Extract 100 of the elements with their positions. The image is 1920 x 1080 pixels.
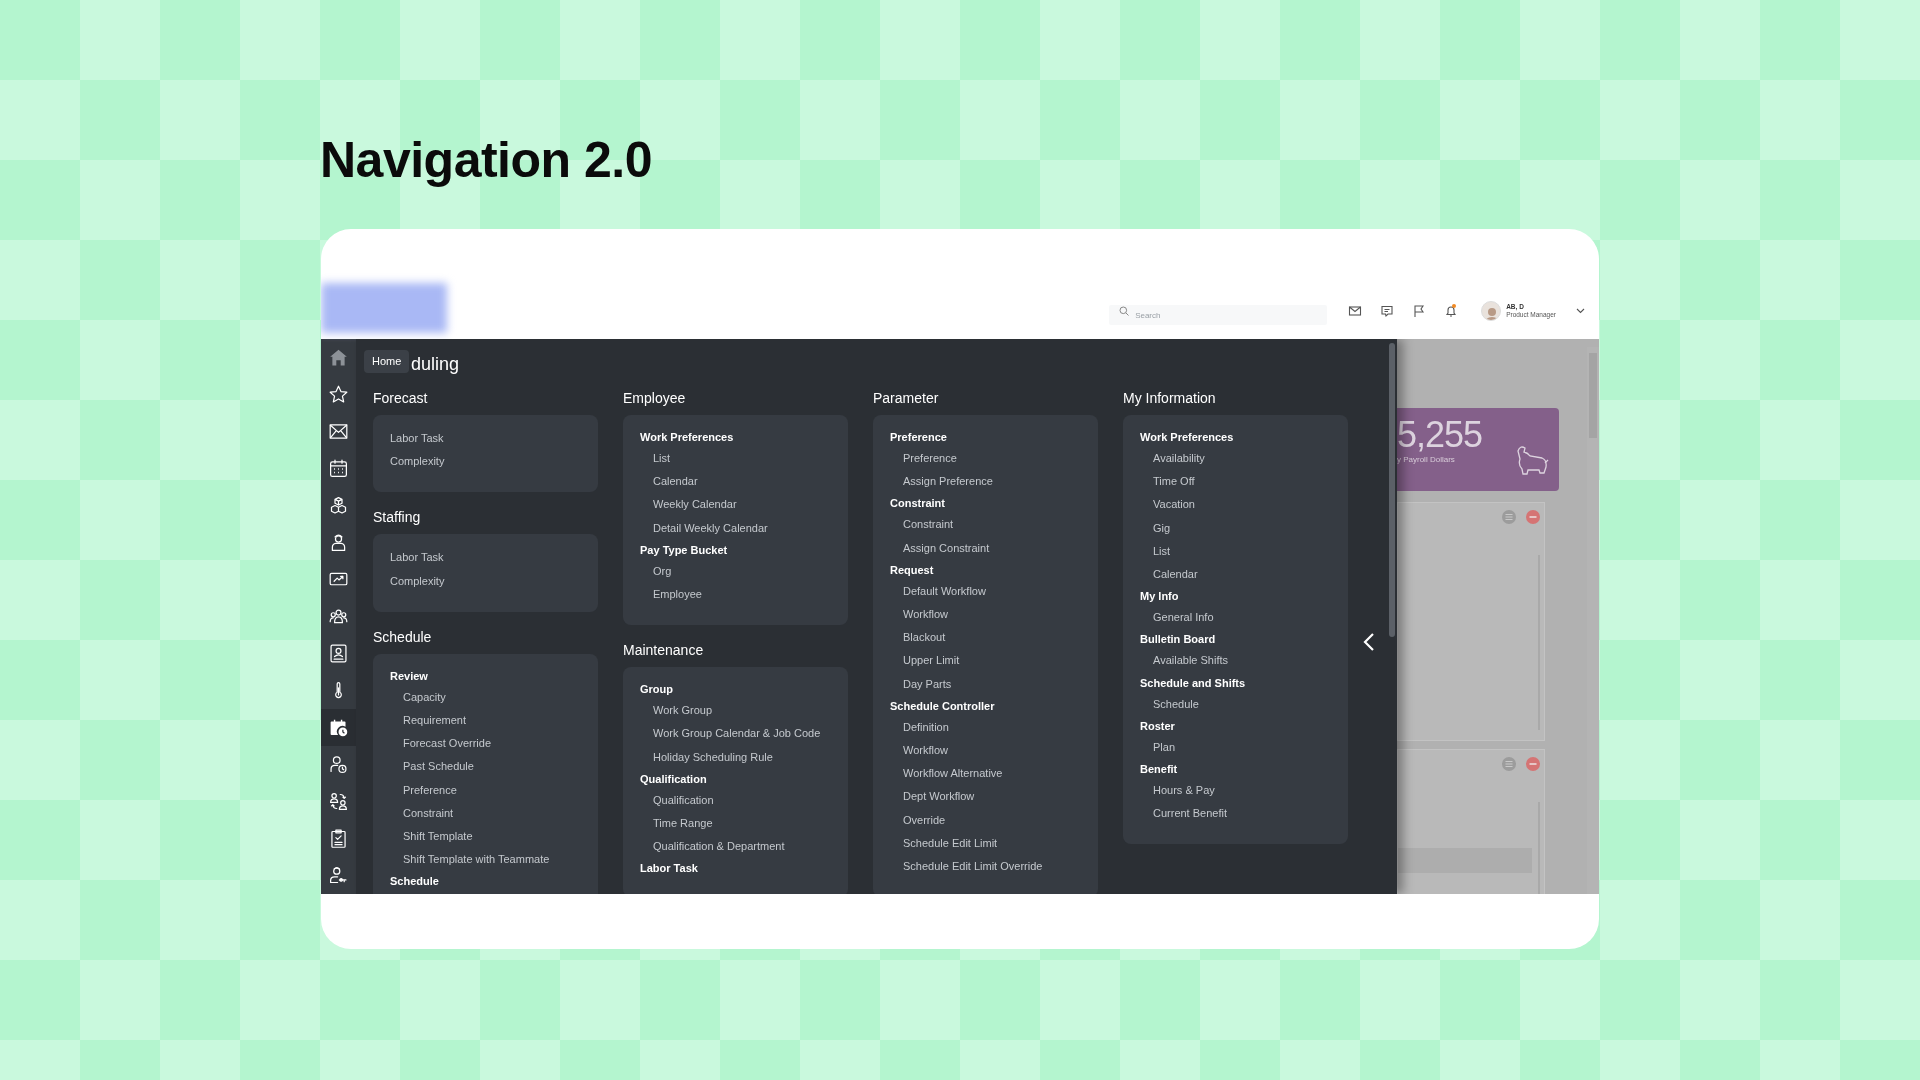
menu-link[interactable]: Requirement (373, 709, 466, 733)
menu-link[interactable]: Day Parts (873, 672, 952, 696)
menu-group-label: Constraint (889, 496, 945, 512)
menu-link[interactable]: List (623, 447, 671, 471)
menu-link[interactable]: Gig (1123, 516, 1171, 540)
home-icon (328, 347, 349, 368)
menu-group-label: Review (389, 668, 428, 684)
menu-link[interactable]: Workflow (873, 603, 949, 627)
menu-link[interactable]: Constraint (873, 513, 954, 537)
menu-link[interactable]: Vacation (1123, 493, 1195, 517)
menu-link[interactable]: Assign Constraint (873, 536, 990, 560)
calendar-clock-icon (328, 717, 349, 738)
menu-link[interactable]: Shift Template with Teammate (373, 848, 550, 872)
menu-link[interactable]: Plan (1123, 735, 1176, 760)
menu-link[interactable]: Employee (623, 583, 702, 607)
menu-link[interactable]: Qualification (623, 788, 714, 813)
sidebar-item[interactable] (321, 709, 356, 746)
menu-link[interactable]: Work Group (623, 699, 713, 723)
menu-group-label: Schedule (389, 874, 439, 890)
page-title: Navigation 2.0 (320, 131, 652, 190)
menu-group-label: Pay Type Bucket (639, 542, 728, 558)
menu-link[interactable]: Detail Weekly Calendar (623, 516, 768, 540)
menu-link[interactable]: Schedule Edit Limit (873, 831, 998, 856)
menu-group-label: Preference (889, 430, 947, 445)
menu-link[interactable]: Capacity (373, 685, 446, 709)
menu-link[interactable]: Calendar (1123, 563, 1198, 587)
menu-link[interactable]: Constraint (373, 801, 454, 826)
menu-group-label: Request (889, 562, 934, 578)
menu-link[interactable]: Org (623, 559, 672, 583)
id-card-icon (328, 643, 349, 664)
chat-icon[interactable] (1380, 303, 1395, 318)
menu-link[interactable]: General Info (1123, 606, 1214, 630)
menu-link[interactable]: Assign Preference (873, 470, 993, 494)
menu-group-label: My Info (1139, 589, 1179, 605)
menu-link[interactable]: Weekly Calendar (623, 493, 737, 517)
search-field[interactable]: Search (1109, 305, 1328, 325)
menu-link[interactable]: Blackout (873, 626, 946, 650)
section-title: Staffing (373, 508, 421, 528)
menu-group-label: Roster (1139, 718, 1175, 734)
menu-link[interactable]: Labor Task (373, 427, 444, 451)
menu-link[interactable]: Override (873, 808, 946, 832)
menu-link[interactable]: Past Schedule (373, 755, 474, 779)
section-title: Schedule (373, 627, 432, 647)
flag-icon[interactable] (1412, 303, 1427, 318)
menu-link[interactable]: Schedule Edit Limit Override (873, 855, 1043, 879)
menu-link[interactable]: Holiday Scheduling Rule (623, 745, 773, 769)
menu-group-label: Group (639, 682, 673, 698)
bell-icon[interactable] (1444, 303, 1459, 318)
menu-link[interactable]: Time Range (623, 812, 713, 836)
menu-link[interactable]: Work Group Calendar & Job Code (623, 722, 821, 746)
menu-group-label: Work Preferences (639, 430, 734, 445)
kpi-value: 5,255 (1397, 418, 1483, 452)
menu-group-label: Schedule and Shifts (1139, 675, 1246, 691)
menu-link[interactable]: Definition (873, 715, 949, 740)
menu-link[interactable]: Hours & Pay (1123, 779, 1215, 803)
menu-link[interactable]: Workflow Alternative (873, 762, 1003, 786)
section-title: Forecast (373, 389, 428, 408)
person-key-icon (328, 865, 349, 886)
chevron-left-icon (1361, 631, 1377, 652)
star-icon (328, 384, 349, 405)
section-title: Maintenance (623, 641, 704, 661)
menu-link[interactable]: Availability (1123, 447, 1205, 471)
caret-icon[interactable] (1576, 308, 1585, 315)
menu-group-label: Qualification (639, 771, 707, 787)
section-title: Parameter (873, 389, 939, 408)
menu-link[interactable]: Current Benefit (1123, 802, 1227, 826)
menu-group-label: Bulletin Board (1139, 632, 1216, 648)
mail-icon (328, 421, 349, 442)
menu-group-label: Work Preferences (1139, 430, 1234, 445)
menu-link[interactable]: Forecast Override (373, 732, 492, 756)
menu-link[interactable]: Upper Limit (873, 649, 960, 673)
mail-icon[interactable] (1348, 303, 1363, 318)
menu-link[interactable]: Schedule (1123, 692, 1199, 716)
menu-link[interactable]: Dept Workflow (873, 785, 975, 809)
cubes-icon (328, 495, 349, 516)
section-title: My Information (1123, 389, 1216, 408)
menu-link[interactable]: Available Shifts (1123, 649, 1228, 673)
menu-link[interactable]: Preference (873, 447, 957, 471)
menu-link[interactable]: Default Workflow (873, 579, 986, 603)
drawer-title: duling (411, 353, 460, 376)
person-clock-icon (328, 754, 349, 775)
tooltip: Home (364, 350, 410, 373)
menu-group-label: Benefit (1139, 762, 1178, 778)
kpi-label: y Payroll Dollars (1397, 454, 1456, 466)
menu-link[interactable]: Calendar (623, 470, 698, 494)
menu-link[interactable]: Labor Task (373, 546, 444, 570)
menu-link[interactable]: Shift Template (373, 825, 473, 849)
calendar-icon (328, 458, 349, 479)
avatar[interactable] (1481, 300, 1502, 321)
menu-link[interactable]: Preference (373, 778, 457, 802)
menu-link[interactable]: Qualification & Department (623, 835, 785, 859)
scrollbar-thumb[interactable] (1389, 343, 1395, 637)
menu-group-label: Labor Task (639, 861, 698, 877)
menu-link[interactable]: Time Off (1123, 470, 1195, 494)
menu-link[interactable]: Complexity (373, 569, 445, 593)
menu-group-label: Schedule Controller (889, 698, 995, 714)
menu-link[interactable]: Complexity (373, 450, 445, 474)
menu-link[interactable]: List (1123, 539, 1171, 563)
section-title: Employee (623, 389, 686, 408)
menu-link[interactable]: Workflow (873, 739, 949, 763)
